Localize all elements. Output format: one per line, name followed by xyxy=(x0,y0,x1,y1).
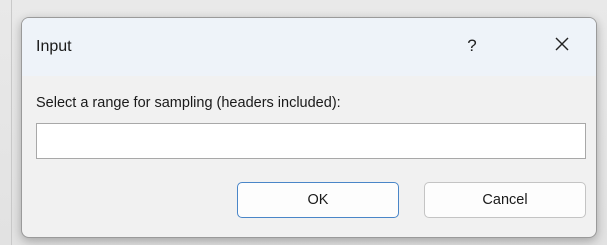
close-button[interactable] xyxy=(542,26,582,66)
ok-button[interactable]: OK xyxy=(237,182,399,218)
cancel-button[interactable]: Cancel xyxy=(424,182,586,218)
help-icon: ? xyxy=(467,36,477,55)
range-input[interactable] xyxy=(36,123,586,159)
range-prompt-label: Select a range for sampling (headers inc… xyxy=(36,95,341,111)
input-dialog: Input ? Select a range for sampling (hea… xyxy=(21,17,597,238)
help-button[interactable]: ? xyxy=(452,26,492,66)
dialog-titlebar: Input ? xyxy=(22,18,596,76)
close-icon xyxy=(554,36,570,57)
backdrop-edge xyxy=(11,0,12,245)
dialog-title: Input xyxy=(36,38,72,55)
